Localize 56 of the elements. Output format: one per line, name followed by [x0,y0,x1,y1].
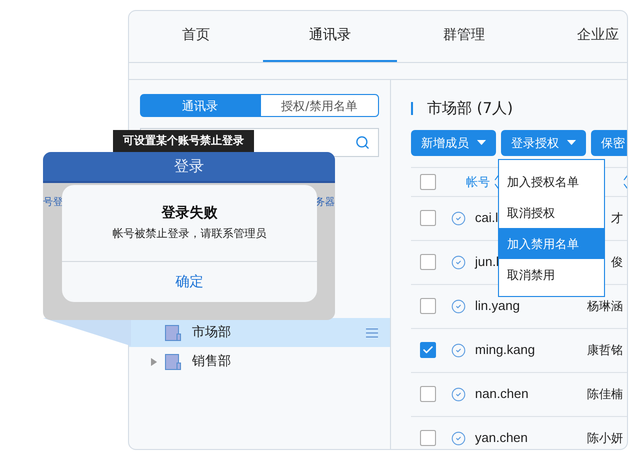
row-checkbox[interactable] [420,342,436,358]
name-cell-text: 康哲铭 [587,342,623,359]
title-accent [411,102,413,115]
account-cell-text: lin.yang [475,297,520,316]
nav-tab[interactable]: 首页 [129,11,263,62]
row-checkbox[interactable] [420,254,436,270]
tree-item[interactable]: 市场部 [129,318,390,347]
account-cell-text: nan.chen [475,385,528,404]
menu-item[interactable]: 加入禁用名单 [499,228,604,259]
segment-tab[interactable]: 通讯录 [140,94,260,117]
folder-icon [165,354,181,370]
name-cell-text: 俊 [611,254,623,271]
account-cell-text: ming.kang [475,341,535,360]
phone-title: 登录 [174,156,204,178]
status-check-icon [451,298,466,314]
row-checkbox[interactable] [420,386,436,402]
action-button[interactable]: 新增成员 [411,130,496,156]
name-cell-text: 陈佳楠 [587,386,623,403]
select-all-checkbox[interactable] [420,174,436,190]
name-cell-text: 杨琳涵 [587,298,623,315]
status-check-icon [451,254,466,270]
tree-label: 市场部 [192,324,231,342]
check-icon [422,344,434,356]
status-check-icon [451,386,466,402]
nav-tab[interactable]: 通讯录 [263,11,397,62]
status-check-icon [451,342,466,358]
segment-tab[interactable]: 授权/禁用名单 [260,94,379,117]
tree-label: 销售部 [192,352,231,371]
folder-icon [165,324,181,340]
menu-icon[interactable] [366,328,378,338]
name-cell-text: 陈小妍 [587,430,623,447]
expand-arrow-icon[interactable] [151,358,157,366]
menu-item[interactable]: 取消禁用 [499,259,604,290]
row-checkbox[interactable] [420,298,436,314]
confirm-button[interactable]: 确定 [176,272,204,292]
nav-tab[interactable]: 群管理 [397,11,531,62]
tree-item[interactable]: 销售部 [129,347,390,376]
department-title: 市场部 (7人) [427,98,514,119]
background-text: 号登 [43,196,63,210]
status-check-icon [451,210,466,226]
action-button[interactable]: 保密 [591,130,627,156]
alert-message: 帐号被禁止登录，请联系管理员 [112,226,268,242]
menu-item[interactable]: 加入授权名单 [499,166,604,197]
row-checkbox[interactable] [420,430,436,446]
search-icon [355,135,370,150]
nav-tab[interactable]: 企业应 [531,11,627,62]
menu-item[interactable]: 取消授权 [499,197,604,228]
row-checkbox[interactable] [420,210,436,226]
action-button[interactable]: 登录授权 [501,130,586,156]
account-cell-text: yan.chen [475,429,528,448]
account-cell-text: cai.l [475,209,498,228]
account-cell-text: jun.l [475,253,499,272]
tooltip-text: 可设置某个账号禁止登录 [123,132,244,149]
status-check-icon [451,430,466,446]
name-cell-text: 才 [611,210,623,227]
alert-title: 登录失败 [160,204,218,223]
